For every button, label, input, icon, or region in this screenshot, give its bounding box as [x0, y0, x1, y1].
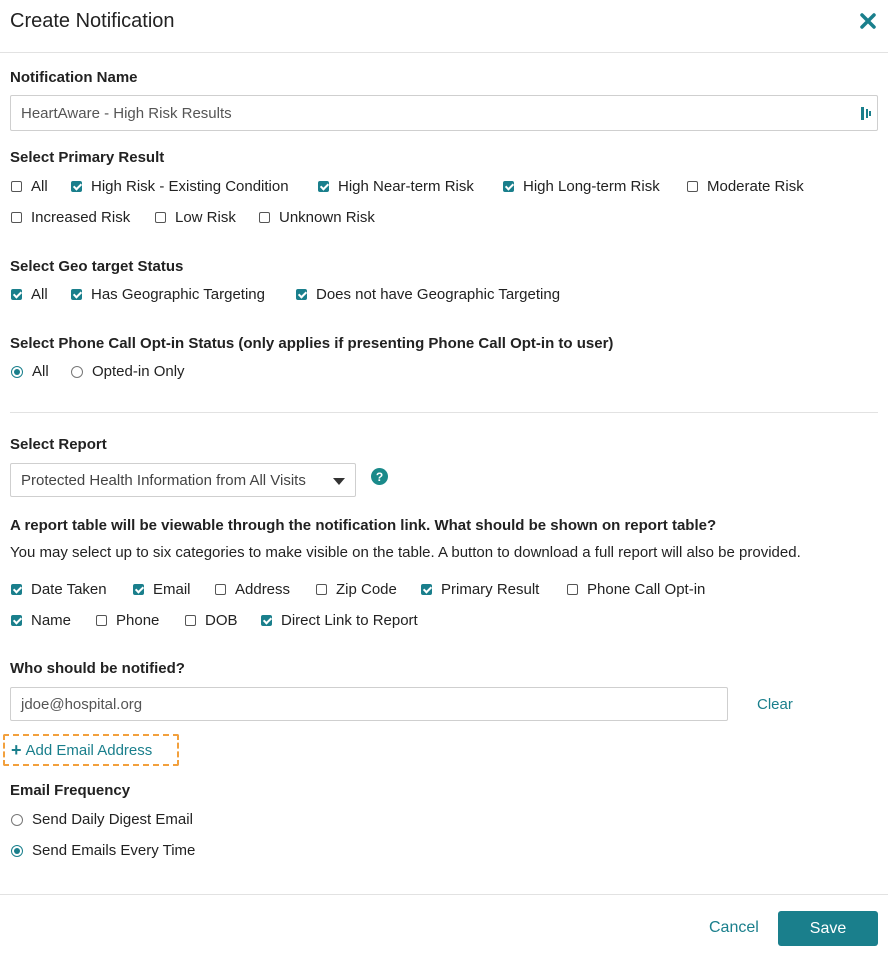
dialog-title: Create Notification [10, 10, 175, 32]
geo-checkbox-has-targeting[interactable]: Has Geographic Targeting [71, 286, 265, 303]
password-manager-icon[interactable] [860, 106, 872, 125]
add-email-address-label: Add Email Address [25, 741, 153, 759]
checkbox[interactable] [687, 181, 698, 192]
report-table-description: You may select up to six categories to m… [10, 544, 801, 561]
plus-icon: + [11, 740, 22, 760]
checkbox[interactable] [259, 212, 270, 223]
email-input[interactable]: jdoe@hospital.org [10, 687, 728, 721]
checkbox-checked[interactable] [318, 181, 329, 192]
radio[interactable] [71, 365, 83, 378]
help-icon[interactable]: ? [371, 468, 388, 485]
report-col-email[interactable]: Email [133, 581, 191, 598]
checkbox-checked[interactable] [71, 289, 82, 300]
checkbox[interactable] [185, 615, 196, 626]
primary-result-checkbox-all[interactable]: All [11, 178, 48, 195]
checkbox-checked[interactable] [11, 584, 22, 595]
dialog-header: Create Notification [0, 0, 888, 53]
footer-divider [0, 894, 888, 895]
report-col-direct-link[interactable]: Direct Link to Report [261, 612, 418, 629]
chevron-down-icon [333, 478, 345, 485]
checkbox[interactable] [215, 584, 226, 595]
checkbox-checked[interactable] [11, 289, 22, 300]
notification-name-input[interactable]: HeartAware - High Risk Results [10, 95, 878, 131]
checkbox[interactable] [567, 584, 578, 595]
phone-optin-radio-opted-in[interactable]: Opted-in Only [71, 363, 185, 380]
report-col-phone[interactable]: Phone [96, 612, 159, 629]
primary-result-label: Select Primary Result [10, 149, 165, 166]
primary-result-checkbox-low[interactable]: Low Risk [155, 209, 236, 226]
report-col-name[interactable]: Name [11, 612, 71, 629]
checkbox-checked[interactable] [503, 181, 514, 192]
checkbox[interactable] [316, 584, 327, 595]
report-select-value: Protected Health Information from All Vi… [21, 471, 306, 489]
report-col-primary-result[interactable]: Primary Result [421, 581, 539, 598]
cancel-button[interactable]: Cancel [709, 919, 759, 937]
primary-result-checkbox-high-long-term[interactable]: High Long-term Risk [503, 178, 660, 195]
clear-link[interactable]: Clear [757, 696, 793, 713]
email-input-value: jdoe@hospital.org [21, 695, 143, 713]
report-col-dob[interactable]: DOB [185, 612, 238, 629]
checkbox-checked[interactable] [421, 584, 432, 595]
checkbox[interactable] [96, 615, 107, 626]
radio[interactable] [11, 813, 23, 826]
report-col-date-taken[interactable]: Date Taken [11, 581, 107, 598]
primary-result-checkbox-moderate[interactable]: Moderate Risk [687, 178, 804, 195]
report-table-heading: A report table will be viewable through … [10, 517, 717, 534]
section-divider [10, 412, 878, 413]
notification-name-value: HeartAware - High Risk Results [21, 104, 232, 122]
checkbox[interactable] [155, 212, 166, 223]
frequency-radio-every-time[interactable]: Send Emails Every Time [11, 842, 195, 859]
primary-result-checkbox-high-near-term[interactable]: High Near-term Risk [318, 178, 474, 195]
checkbox-checked[interactable] [133, 584, 144, 595]
report-col-zip-code[interactable]: Zip Code [316, 581, 397, 598]
save-button[interactable]: Save [778, 911, 878, 946]
checkbox-checked[interactable] [11, 615, 22, 626]
primary-result-checkbox-increased[interactable]: Increased Risk [11, 209, 130, 226]
phone-optin-radio-all[interactable]: All [11, 363, 49, 380]
phone-optin-label: Select Phone Call Opt-in Status (only ap… [10, 335, 614, 352]
add-email-address-button[interactable]: + Add Email Address [3, 734, 179, 766]
notify-label: Who should be notified? [10, 660, 185, 677]
checkbox-checked[interactable] [261, 615, 272, 626]
radio-selected[interactable] [11, 844, 23, 857]
primary-result-checkbox-unknown[interactable]: Unknown Risk [259, 209, 375, 226]
checkbox-checked[interactable] [71, 181, 82, 192]
geo-status-label: Select Geo target Status [10, 258, 184, 275]
report-col-phone-optin[interactable]: Phone Call Opt-in [567, 581, 705, 598]
primary-result-checkbox-high-risk-existing[interactable]: High Risk - Existing Condition [71, 178, 289, 195]
checkbox-checked[interactable] [296, 289, 307, 300]
close-icon[interactable] [859, 12, 877, 30]
frequency-radio-daily-digest[interactable]: Send Daily Digest Email [11, 811, 193, 828]
report-col-address[interactable]: Address [215, 581, 290, 598]
notification-name-label: Notification Name [10, 69, 138, 86]
geo-checkbox-all[interactable]: All [11, 286, 48, 303]
email-frequency-label: Email Frequency [10, 782, 131, 799]
select-report-label: Select Report [10, 436, 107, 453]
report-select[interactable]: Protected Health Information from All Vi… [10, 463, 356, 497]
radio-selected[interactable] [11, 365, 23, 378]
geo-checkbox-no-targeting[interactable]: Does not have Geographic Targeting [296, 286, 560, 303]
checkbox[interactable] [11, 212, 22, 223]
checkbox[interactable] [11, 181, 22, 192]
